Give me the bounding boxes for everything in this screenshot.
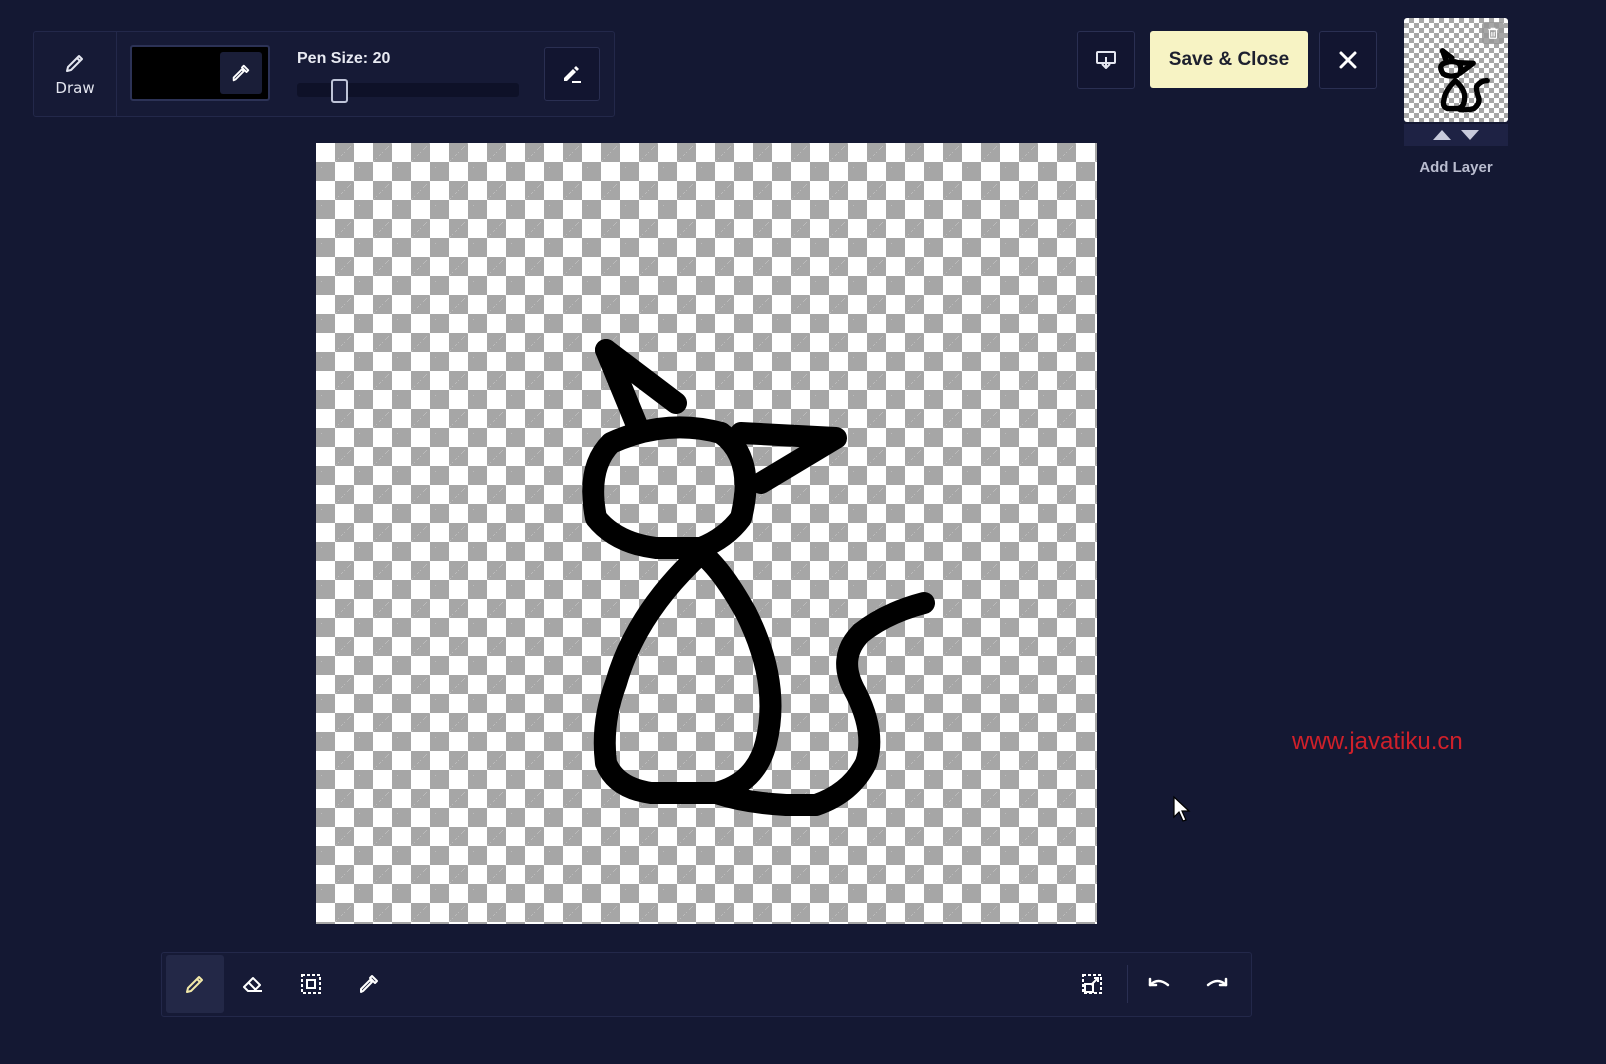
cat-drawing [582,339,935,816]
eyedropper-tool-button[interactable] [340,955,398,1013]
close-button[interactable] [1319,31,1377,89]
draw-tool-button[interactable]: Draw [34,32,117,116]
redo-icon [1204,973,1230,995]
add-layer-button[interactable]: Add Layer [1404,159,1508,176]
save-and-close-button[interactable]: Save & Close [1150,31,1308,88]
eyedropper-icon[interactable] [220,52,262,94]
top-toolbar: Draw Pen Size: 20 [33,31,615,117]
pen-mode-button[interactable] [544,47,600,101]
pen-size-slider-handle[interactable] [331,79,348,103]
drawing-canvas[interactable] [316,143,1097,924]
pen-size-slider[interactable] [297,79,519,103]
undo-icon [1146,973,1172,995]
download-icon [1094,48,1118,72]
draw-tool-label: Draw [55,79,95,97]
pen-tool-button[interactable] [166,955,224,1013]
trash-icon [1486,26,1500,40]
fit-canvas-button[interactable] [1063,955,1121,1013]
eyedropper-icon [357,972,381,996]
fit-canvas-icon [1080,972,1104,996]
color-swatch[interactable] [130,45,270,101]
select-icon [299,972,323,996]
toolbar-divider [1127,965,1128,1003]
redo-button[interactable] [1188,955,1246,1013]
close-icon [1336,48,1360,72]
layer-order-controls [1404,124,1508,146]
eraser-icon [241,972,265,996]
bottom-toolbar [161,952,1252,1017]
pen-size-label: Pen Size: 20 [297,50,391,67]
pen-line-icon [560,62,584,86]
mouse-cursor-icon [1172,795,1192,823]
pencil-icon [183,972,207,996]
cat-head [582,416,732,559]
select-tool-button[interactable] [282,955,340,1013]
cat-head-right [690,422,757,559]
pencil-icon [63,51,87,75]
eraser-tool-button[interactable] [224,955,282,1013]
undo-button[interactable] [1130,955,1188,1013]
cat-ear-right [730,422,847,494]
delete-layer-button[interactable] [1482,22,1504,44]
triangle-down-icon[interactable] [1460,129,1480,141]
cat-body [593,542,782,804]
triangle-up-icon[interactable] [1432,129,1452,141]
download-button[interactable] [1077,31,1135,89]
watermark-text: www.javatiku.cn [1292,728,1463,755]
layer-thumbnail[interactable] [1404,18,1508,122]
